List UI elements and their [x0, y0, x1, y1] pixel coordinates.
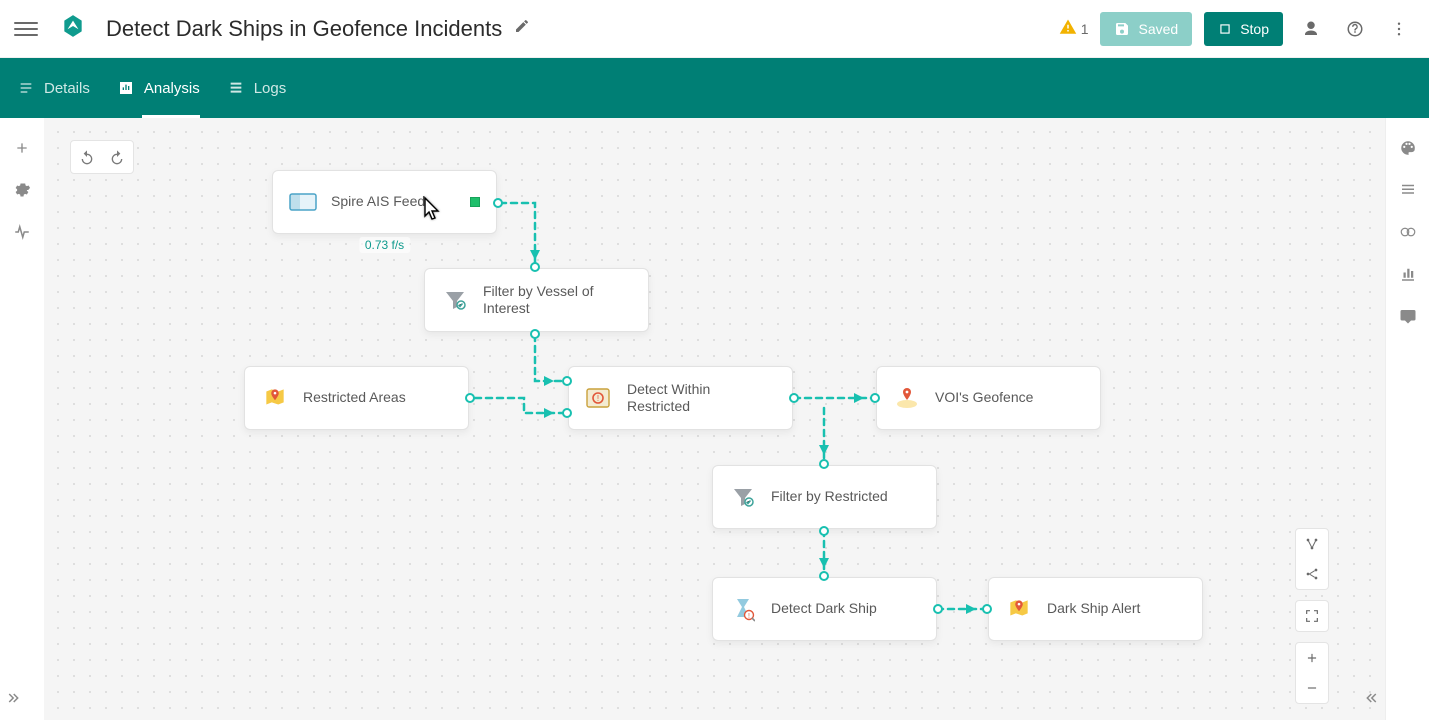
- tab-logs-label: Logs: [254, 80, 287, 97]
- node-filter-by-restricted[interactable]: Filter by Restricted: [712, 465, 937, 529]
- port-out[interactable]: [493, 198, 503, 208]
- warning-icon: [1059, 18, 1077, 39]
- port-in[interactable]: [562, 376, 572, 386]
- analysis-icon: [118, 80, 134, 96]
- node-voi-geofence[interactable]: VOI's Geofence: [876, 366, 1101, 430]
- zoom-out-button[interactable]: [1296, 673, 1328, 703]
- stop-label: Stop: [1240, 21, 1269, 37]
- layers-panel-button[interactable]: [1396, 220, 1420, 244]
- node-spire-ais-feed[interactable]: Spire AIS Feed 0.73 f/s: [272, 170, 497, 234]
- canvas-tools: [1295, 528, 1329, 704]
- layout-tools: [1295, 528, 1329, 590]
- svg-text:!: !: [748, 613, 750, 620]
- port-in[interactable]: [819, 459, 829, 469]
- tab-details-label: Details: [44, 80, 90, 97]
- saved-button[interactable]: Saved: [1100, 12, 1192, 46]
- port-in[interactable]: [562, 408, 572, 418]
- edit-title-button[interactable]: [514, 18, 530, 39]
- more-button[interactable]: [1383, 13, 1415, 45]
- top-bar-right: 1 Saved Stop: [1059, 12, 1415, 46]
- details-icon: [18, 80, 34, 96]
- node-detect-dark-ship[interactable]: ! Detect Dark Ship: [712, 577, 937, 641]
- map-pin-icon: [1005, 595, 1033, 623]
- tab-analysis-label: Analysis: [144, 80, 200, 97]
- redo-button[interactable]: [105, 145, 129, 169]
- port-in[interactable]: [819, 571, 829, 581]
- stop-button[interactable]: Stop: [1204, 12, 1283, 46]
- collapse-right-rail-button[interactable]: [1361, 689, 1379, 712]
- saved-label: Saved: [1138, 21, 1178, 37]
- svg-text:!: !: [597, 394, 599, 403]
- node-label: Detect Dark Ship: [771, 600, 877, 618]
- node-rate: 0.73 f/s: [359, 237, 410, 253]
- comment-panel-button[interactable]: [1396, 304, 1420, 328]
- node-filter-voi[interactable]: Filter by Vessel of Interest: [424, 268, 649, 332]
- node-label: Filter by Restricted: [771, 488, 888, 506]
- node-detect-within-restricted[interactable]: ! Detect Within Restricted: [568, 366, 793, 430]
- feed-icon: [289, 188, 317, 216]
- collapse-left-rail-button[interactable]: [6, 689, 24, 712]
- port-in[interactable]: [982, 604, 992, 614]
- fit-view-button[interactable]: [1296, 601, 1328, 631]
- undo-button[interactable]: [75, 145, 99, 169]
- node-dark-ship-alert[interactable]: Dark Ship Alert: [988, 577, 1203, 641]
- add-tool-button[interactable]: [10, 136, 34, 160]
- tab-logs[interactable]: Logs: [228, 58, 287, 118]
- filter-icon: [441, 286, 469, 314]
- hourglass-alert-icon: !: [729, 595, 757, 623]
- logs-icon: [228, 80, 244, 96]
- port-in[interactable]: [870, 393, 880, 403]
- stop-icon: [1218, 22, 1232, 36]
- warning-count: 1: [1081, 21, 1089, 37]
- app-logo[interactable]: [60, 13, 86, 44]
- help-button[interactable]: [1339, 13, 1371, 45]
- tab-details[interactable]: Details: [18, 58, 90, 118]
- node-label: Dark Ship Alert: [1047, 600, 1140, 618]
- node-label: Filter by Vessel of Interest: [483, 283, 613, 318]
- auto-layout-button[interactable]: [1296, 529, 1328, 559]
- port-out[interactable]: [789, 393, 799, 403]
- node-restricted-areas[interactable]: Restricted Areas: [244, 366, 469, 430]
- list-panel-button[interactable]: [1396, 178, 1420, 202]
- main: Spire AIS Feed 0.73 f/s Filter by Vessel…: [0, 118, 1429, 720]
- fit-tool: [1295, 600, 1329, 632]
- activity-button[interactable]: [10, 220, 34, 244]
- share-layout-button[interactable]: [1296, 559, 1328, 589]
- alert-map-icon: !: [585, 384, 613, 412]
- history-toolbar: [70, 140, 134, 174]
- port-out[interactable]: [465, 393, 475, 403]
- node-label: Detect Within Restricted: [627, 381, 776, 416]
- map-pin-icon: [261, 384, 289, 412]
- tab-analysis[interactable]: Analysis: [118, 58, 200, 118]
- tab-bar: Details Analysis Logs: [0, 58, 1429, 118]
- port-in[interactable]: [530, 262, 540, 272]
- node-label: Spire AIS Feed: [331, 193, 425, 211]
- user-button[interactable]: [1295, 13, 1327, 45]
- top-bar: Detect Dark Ships in Geofence Incidents …: [0, 0, 1429, 58]
- left-rail: [0, 118, 44, 720]
- zoom-tools: [1295, 642, 1329, 704]
- port-out[interactable]: [530, 329, 540, 339]
- settings-button[interactable]: [10, 178, 34, 202]
- zoom-in-button[interactable]: [1296, 643, 1328, 673]
- right-rail: [1385, 118, 1429, 720]
- page-title: Detect Dark Ships in Geofence Incidents: [106, 16, 502, 42]
- port-out[interactable]: [819, 526, 829, 536]
- warning-badge[interactable]: 1: [1059, 18, 1089, 39]
- node-label: VOI's Geofence: [935, 389, 1033, 407]
- save-icon: [1114, 21, 1130, 37]
- port-out[interactable]: [933, 604, 943, 614]
- status-indicator: [470, 197, 480, 207]
- menu-button[interactable]: [14, 17, 38, 41]
- filter-icon: [729, 483, 757, 511]
- node-label: Restricted Areas: [303, 389, 406, 407]
- canvas[interactable]: Spire AIS Feed 0.73 f/s Filter by Vessel…: [44, 118, 1385, 720]
- chart-panel-button[interactable]: [1396, 262, 1420, 286]
- geofence-icon: [893, 384, 921, 412]
- palette-button[interactable]: [1396, 136, 1420, 160]
